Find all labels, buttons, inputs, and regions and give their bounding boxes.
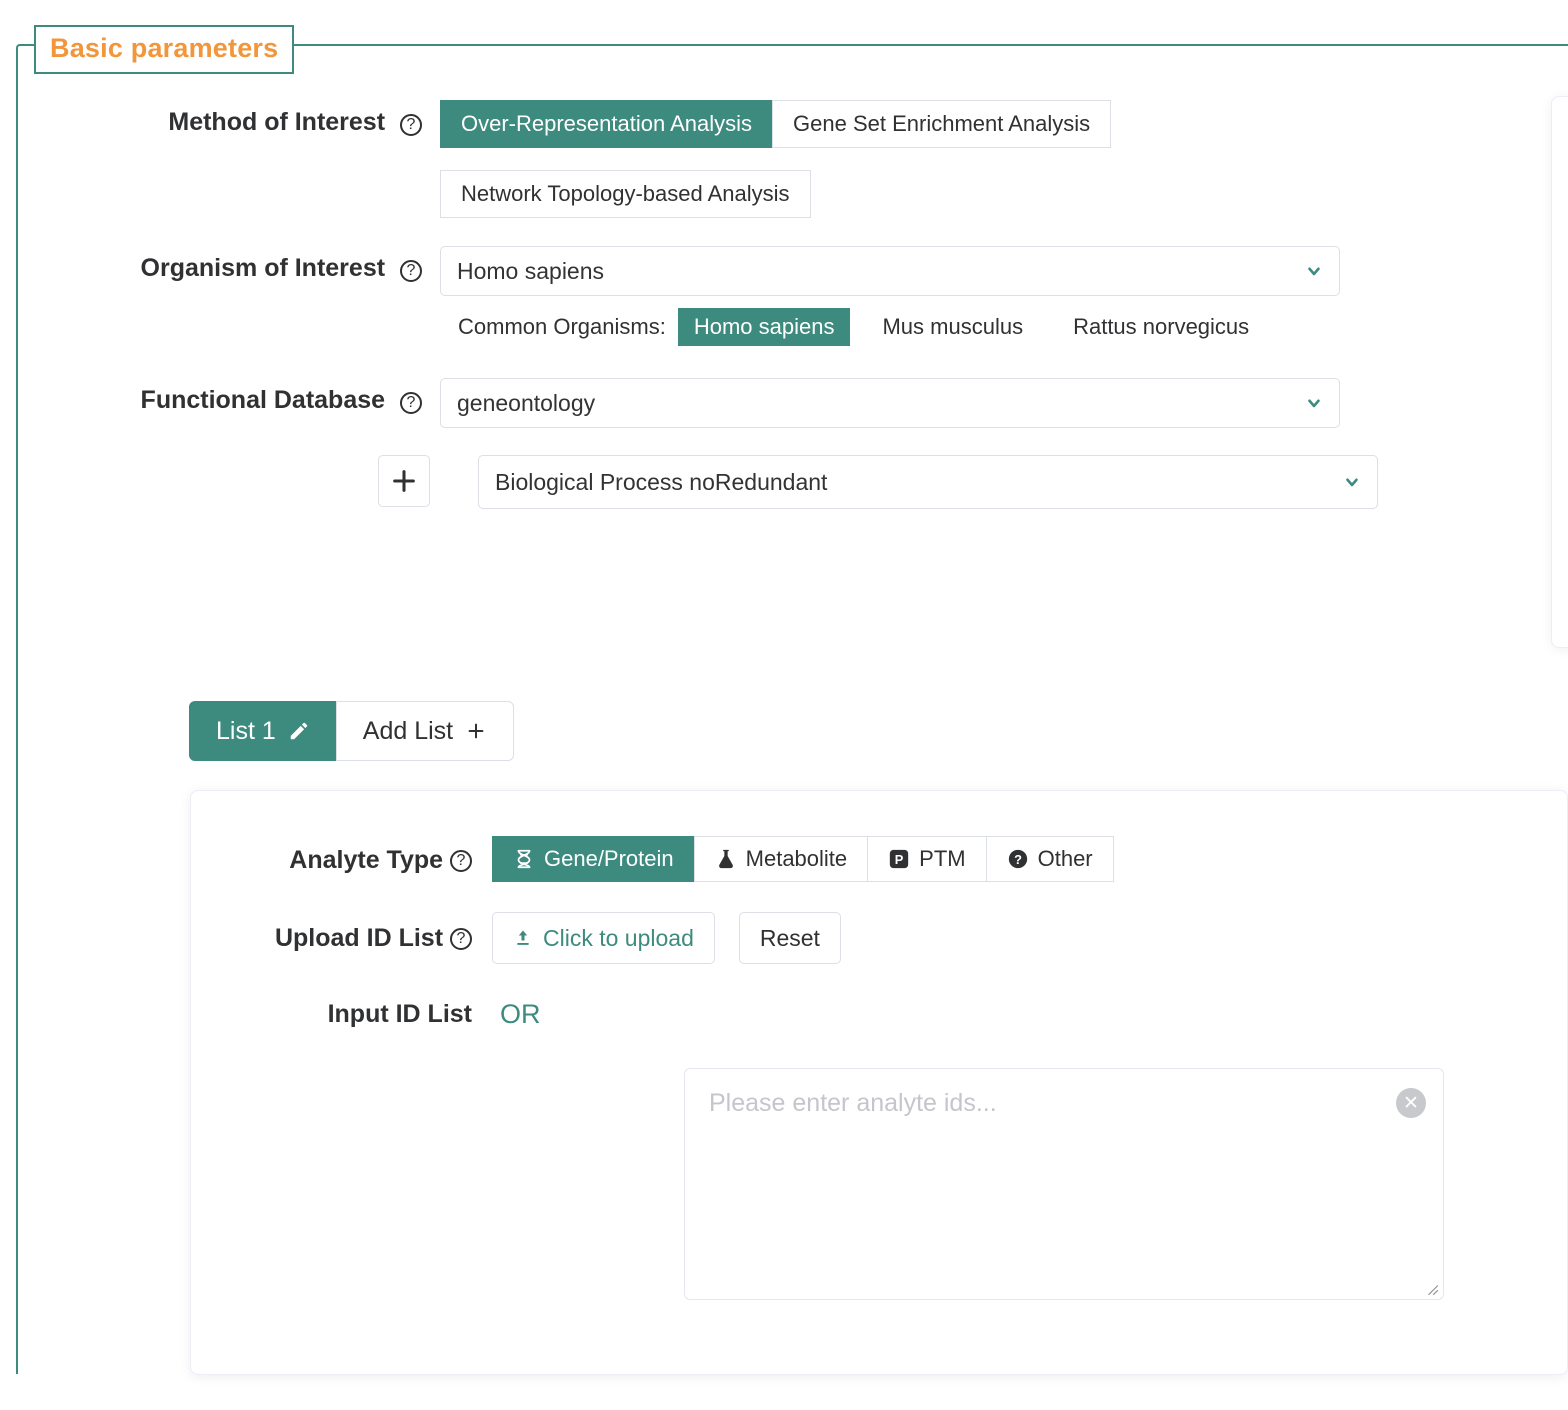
question-circle-filled-icon: ? xyxy=(1007,848,1029,870)
p-square-icon: P xyxy=(888,848,910,870)
common-organism-homo-sapiens[interactable]: Homo sapiens xyxy=(677,308,851,346)
analyte-option-gene-protein[interactable]: Gene/Protein xyxy=(492,836,695,882)
method-of-interest-label-text: Method of Interest xyxy=(168,108,386,136)
functional-database-label: Functional Database xyxy=(68,378,428,424)
svg-text:P: P xyxy=(895,852,904,867)
database-category-row: Biological Process noRedundant xyxy=(378,455,1378,509)
organism-select-value: Homo sapiens xyxy=(457,257,605,284)
functional-database-select-value: geneontology xyxy=(457,389,596,416)
analyte-option-ptm-label: PTM xyxy=(919,846,966,871)
analyte-ids-textarea[interactable] xyxy=(684,1068,1444,1300)
analyte-option-other-label: Other xyxy=(1037,846,1093,871)
click-to-upload-label: Click to upload xyxy=(543,924,694,951)
functional-database-select[interactable]: geneontology xyxy=(440,378,1340,428)
upload-id-list-label: Upload ID List xyxy=(190,912,480,964)
plus-icon xyxy=(468,723,484,739)
analyte-option-metabolite[interactable]: Metabolite xyxy=(693,836,869,882)
chevron-down-icon xyxy=(1308,267,1320,276)
add-list-label: Add List xyxy=(362,716,454,745)
method-of-interest-label: Method of Interest xyxy=(68,100,428,146)
analyte-ids-textarea-wrapper: ✕ xyxy=(684,1068,1444,1300)
organism-select[interactable]: Homo sapiens xyxy=(440,246,1340,296)
close-circle-icon[interactable]: ✕ xyxy=(1396,1088,1426,1118)
method-of-interest-button-group-row2: Network Topology-based Analysis xyxy=(440,170,1440,218)
organism-of-interest-label-text: Organism of Interest xyxy=(140,254,386,282)
common-organisms-label: Common Organisms: xyxy=(458,314,666,339)
analyte-option-other[interactable]: ? Other xyxy=(985,836,1114,882)
list-tab-add-list[interactable]: Add List xyxy=(335,701,515,761)
database-category-value: Biological Process noRedundant xyxy=(495,468,828,495)
method-of-interest-button-group: Over-Representation Analysis Gene Set En… xyxy=(440,100,1440,148)
question-circle-icon[interactable] xyxy=(400,102,422,146)
method-option-ora[interactable]: Over-Representation Analysis xyxy=(440,100,774,148)
question-circle-icon[interactable] xyxy=(450,846,472,874)
question-circle-icon[interactable] xyxy=(400,380,422,424)
input-id-list-row: Input ID List OR xyxy=(190,990,541,1038)
common-organisms-row: Common Organisms: Homo sapiens Mus muscu… xyxy=(440,308,1340,346)
svg-text:?: ? xyxy=(1014,852,1022,867)
list-tabs: List 1 Add List xyxy=(189,701,515,761)
list-tab-label: List 1 xyxy=(216,716,276,745)
plus-icon xyxy=(393,470,415,492)
side-panel-card xyxy=(1551,96,1568,648)
question-circle-icon[interactable] xyxy=(400,248,422,292)
analyte-option-gene-protein-label: Gene/Protein xyxy=(544,846,674,871)
flask-icon xyxy=(715,848,737,870)
common-organism-rattus-norvegicus[interactable]: Rattus norvegicus xyxy=(1057,308,1265,346)
organism-of-interest-label: Organism of Interest xyxy=(68,246,428,292)
fieldset-legend: Basic parameters xyxy=(34,25,295,74)
list-tab-list-1[interactable]: List 1 xyxy=(189,701,337,761)
click-to-upload-button[interactable]: Click to upload xyxy=(492,912,715,964)
upload-icon xyxy=(517,930,529,945)
add-database-button[interactable] xyxy=(378,455,430,507)
reset-button[interactable]: Reset xyxy=(738,912,841,964)
analyte-type-button-group: Gene/Protein Metabolite P PTM ? Other xyxy=(492,836,1114,882)
analyte-type-row: Analyte Type Gene/Protein xyxy=(190,836,1114,884)
common-organism-mus-musculus[interactable]: Mus musculus xyxy=(866,308,1039,346)
analyte-option-metabolite-label: Metabolite xyxy=(745,846,848,871)
method-option-gsea[interactable]: Gene Set Enrichment Analysis xyxy=(772,100,1112,148)
database-category-select[interactable]: Biological Process noRedundant xyxy=(478,455,1378,509)
functional-database-row: Functional Database geneontology xyxy=(68,378,1340,428)
functional-database-label-text: Functional Database xyxy=(140,386,386,414)
input-id-list-label: Input ID List xyxy=(327,1000,472,1028)
analyte-type-label-text: Analyte Type xyxy=(289,846,444,874)
analyte-option-ptm[interactable]: P PTM xyxy=(867,836,987,882)
or-separator: OR xyxy=(500,999,541,1029)
method-option-nta[interactable]: Network Topology-based Analysis xyxy=(440,170,811,218)
upload-id-list-row: Upload ID List Click to upload Reset xyxy=(190,912,841,964)
chevron-down-icon xyxy=(1308,399,1320,408)
fieldset-legend-label: Basic parameters xyxy=(50,33,279,63)
basic-parameters-page: Basic parameters Method of Interest Over… xyxy=(0,0,1568,1410)
method-of-interest-row: Method of Interest Over-Representation A… xyxy=(68,100,1440,218)
question-circle-icon[interactable] xyxy=(450,924,472,952)
analyte-type-label: Analyte Type xyxy=(190,836,480,884)
upload-id-list-label-text: Upload ID List xyxy=(274,924,444,952)
dna-icon xyxy=(513,848,535,870)
organism-of-interest-row: Organism of Interest Homo sapiens Common… xyxy=(68,246,1340,346)
pencil-icon[interactable] xyxy=(288,720,310,742)
chevron-down-icon xyxy=(1346,478,1358,487)
